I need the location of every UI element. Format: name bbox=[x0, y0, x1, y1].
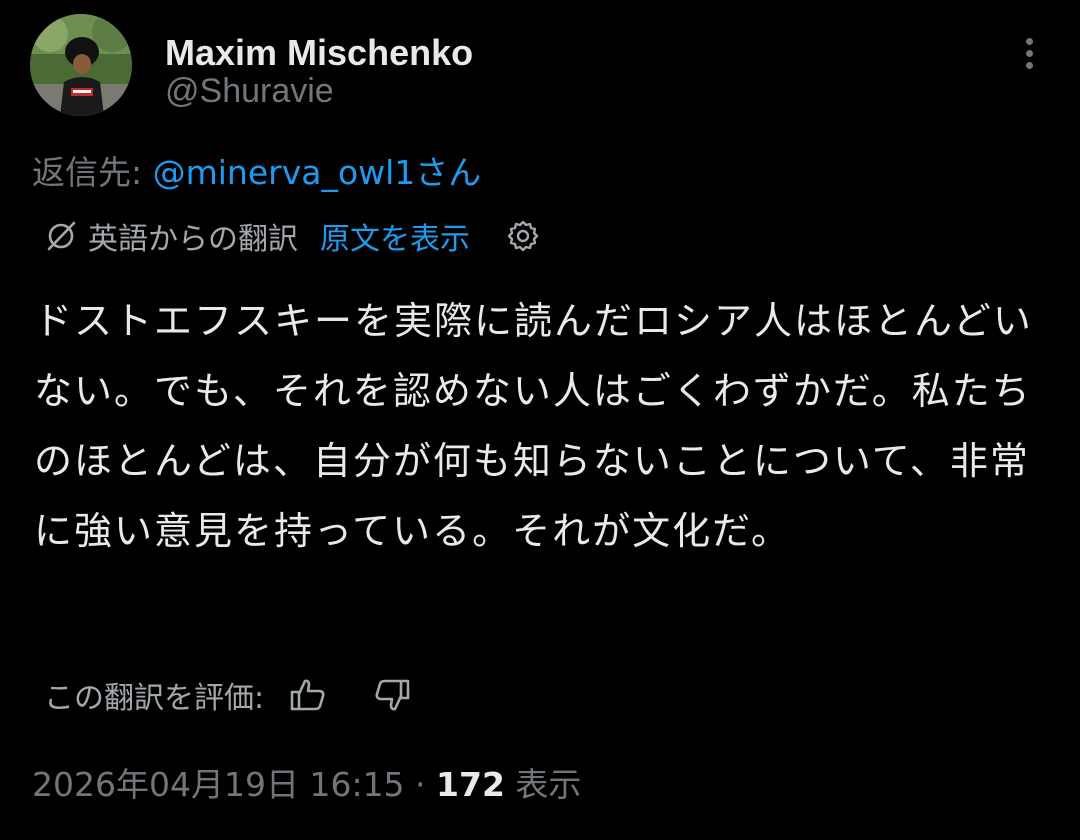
timestamp[interactable]: 2026年04月19日 16:15 bbox=[32, 765, 405, 804]
translate-icon bbox=[47, 221, 76, 251]
rate-translation-bar: この翻訳を評価: bbox=[44, 670, 412, 720]
avatar[interactable] bbox=[30, 14, 132, 116]
display-name[interactable]: Maxim Mischenko bbox=[165, 32, 473, 74]
translation-bar: 英語からの翻訳 原文を表示 bbox=[44, 214, 540, 258]
view-count: 172 bbox=[436, 765, 505, 804]
tweet-text: ドストエフスキーを実際に読んだロシア人はほとんどいない。でも、それを認めない人は… bbox=[34, 299, 1033, 553]
tweet-header: Maxim Mischenko @Shuravie bbox=[30, 14, 1050, 118]
view-label: 表示 bbox=[504, 765, 582, 804]
more-dot-icon bbox=[1025, 38, 1033, 45]
more-dot-icon bbox=[1025, 62, 1033, 69]
reply-prefix: 返信先: bbox=[32, 153, 153, 192]
meta-separator: · bbox=[404, 765, 437, 804]
reply-mention-link[interactable]: @minerva_owl1さん bbox=[153, 153, 482, 192]
replying-to: 返信先: @minerva_owl1さん bbox=[32, 146, 481, 194]
show-original-link[interactable]: 原文を表示 bbox=[320, 214, 470, 258]
translation-source-label: 英語からの翻訳 bbox=[88, 222, 298, 257]
more-options-button[interactable] bbox=[1014, 38, 1044, 78]
rate-translation-label: この翻訳を評価: bbox=[44, 681, 265, 716]
thumbs-down-icon[interactable] bbox=[372, 675, 412, 715]
gear-icon[interactable] bbox=[506, 219, 540, 253]
profile-photo-icon bbox=[30, 14, 132, 116]
thumbs-up-icon[interactable] bbox=[288, 675, 328, 715]
user-handle[interactable]: @Shuravie bbox=[165, 72, 334, 111]
tweet-meta: 2026年04月19日 16:15 · 172 表示 bbox=[32, 758, 581, 806]
more-dot-icon bbox=[1025, 50, 1033, 57]
